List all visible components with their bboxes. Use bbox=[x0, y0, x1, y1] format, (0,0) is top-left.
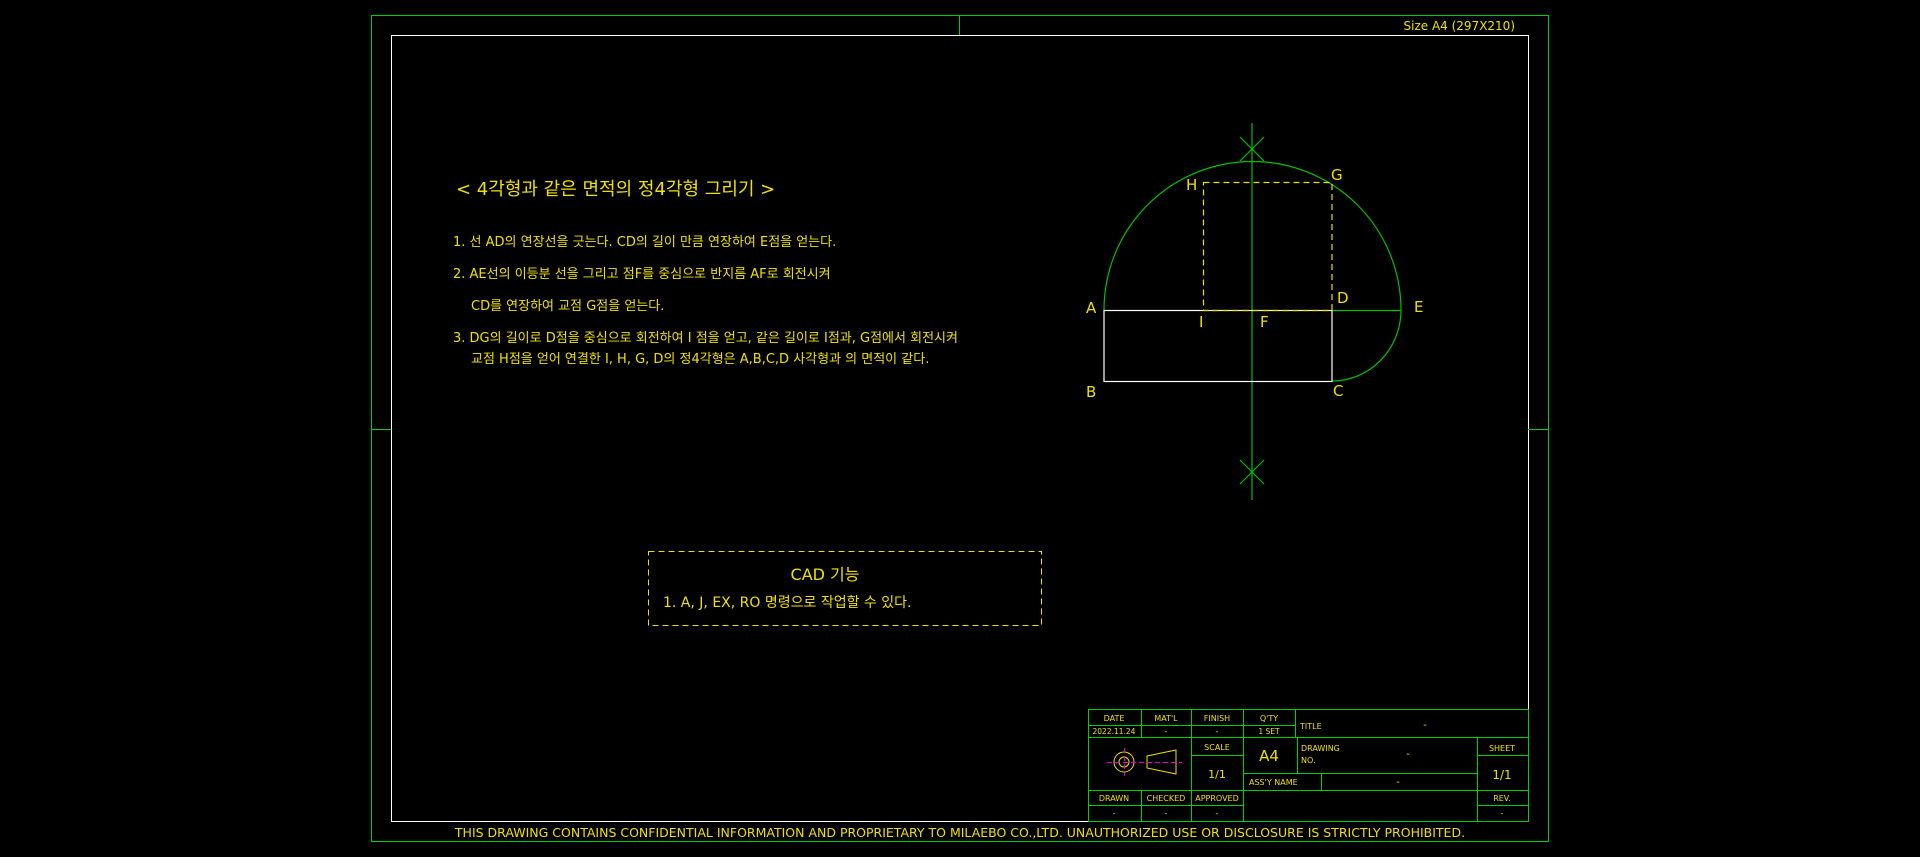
tb-finish-value: - bbox=[1216, 727, 1219, 736]
point-label-d: D bbox=[1337, 289, 1349, 307]
tb-checked-value: - bbox=[1165, 809, 1168, 818]
tb-sheet-label: SHEET bbox=[1489, 744, 1515, 753]
tb-rev-label: REV. bbox=[1493, 794, 1511, 803]
point-label-g: G bbox=[1331, 166, 1343, 184]
instruction-step-2a: 2. AE선의 이등분 선을 그리고 점F를 중심으로 반지름 AF로 회전시켜 bbox=[453, 267, 831, 282]
point-label-a: A bbox=[1086, 299, 1097, 317]
instructions-title: < 4각형과 같은 면적의 정4각형 그리기 > bbox=[456, 179, 775, 200]
instruction-step-3b: 교점 H점을 얻어 연결한 I, H, G, D의 정4각형은 A,B,C,D … bbox=[471, 352, 929, 367]
rectangle-abcd bbox=[1103, 309, 1333, 383]
tb-title-label: TITLE bbox=[1299, 722, 1322, 731]
cad-box-title: CAD 기능 bbox=[791, 565, 860, 584]
tb-drawn-label: DRAWN bbox=[1099, 794, 1129, 803]
point-label-b: B bbox=[1086, 383, 1096, 401]
tb-qty-label: Q'TY bbox=[1260, 714, 1278, 723]
tb-drawn-value: - bbox=[1113, 809, 1116, 818]
outer-frame bbox=[371, 15, 1549, 842]
instruction-step-2b: CD를 연장하여 교점 G점을 얻는다. bbox=[471, 299, 664, 314]
tb-matl-value: - bbox=[1165, 727, 1168, 736]
tb-rev-value: - bbox=[1501, 809, 1504, 818]
instruction-step-1: 1. 선 AD의 연장선을 긋는다. CD의 길이 만큼 연장하여 E점을 얻는… bbox=[453, 235, 836, 250]
inner-frame bbox=[391, 35, 1529, 822]
point-label-i: I bbox=[1199, 313, 1203, 331]
tb-sheet-value: 1/1 bbox=[1492, 768, 1511, 782]
third-angle-projection-icon bbox=[1107, 748, 1182, 776]
tb-drawing-no-value: - bbox=[1406, 749, 1410, 760]
tb-title-value: - bbox=[1423, 720, 1427, 731]
point-label-h: H bbox=[1186, 176, 1197, 194]
tb-date-value: 2022.11.24 bbox=[1093, 727, 1136, 736]
tb-drawing-no-label-2: NO. bbox=[1301, 756, 1316, 765]
cad-box-line-1: 1. A, J, EX, RO 명령으로 작업할 수 있다. bbox=[663, 595, 911, 611]
square-ihgd bbox=[1202, 181, 1333, 312]
tb-checked-label: CHECKED bbox=[1147, 794, 1186, 803]
arc-c-to-e bbox=[1331, 309, 1402, 382]
size-label: Size A4 (297X210) bbox=[1404, 19, 1516, 33]
tb-finish-label: FINISH bbox=[1204, 714, 1230, 723]
tb-assy-label: ASS'Y NAME bbox=[1249, 778, 1298, 787]
drawing-canvas: Size A4 (297X210) THIS DRAWING CONTAINS … bbox=[371, 15, 1549, 842]
instruction-step-3a: 3. DG의 길이로 D점을 중심으로 회전하여 I 점을 얻고, 같은 길이로… bbox=[453, 331, 958, 346]
tb-drawing-no-label-1: DRAWING bbox=[1301, 744, 1340, 753]
confidential-notice: THIS DRAWING CONTAINS CONFIDENTIAL INFOR… bbox=[454, 825, 1465, 840]
tb-qty-value: 1 SET bbox=[1258, 727, 1280, 736]
tb-date-label: DATE bbox=[1104, 714, 1125, 723]
tb-approved-label: APPROVED bbox=[1195, 794, 1239, 803]
tb-matl-label: MAT'L bbox=[1154, 714, 1178, 723]
point-label-c: C bbox=[1333, 382, 1343, 400]
tb-scale-value: 1/1 bbox=[1208, 768, 1226, 781]
cad-box bbox=[648, 551, 1042, 626]
point-label-f: F bbox=[1260, 313, 1269, 331]
geometry-construction bbox=[1103, 123, 1402, 500]
tb-scale-label: SCALE bbox=[1204, 743, 1230, 752]
tb-approved-value: - bbox=[1216, 809, 1219, 818]
point-label-e: E bbox=[1414, 298, 1423, 316]
tb-assy-value: - bbox=[1396, 777, 1400, 788]
tb-size-value: A4 bbox=[1259, 747, 1279, 765]
